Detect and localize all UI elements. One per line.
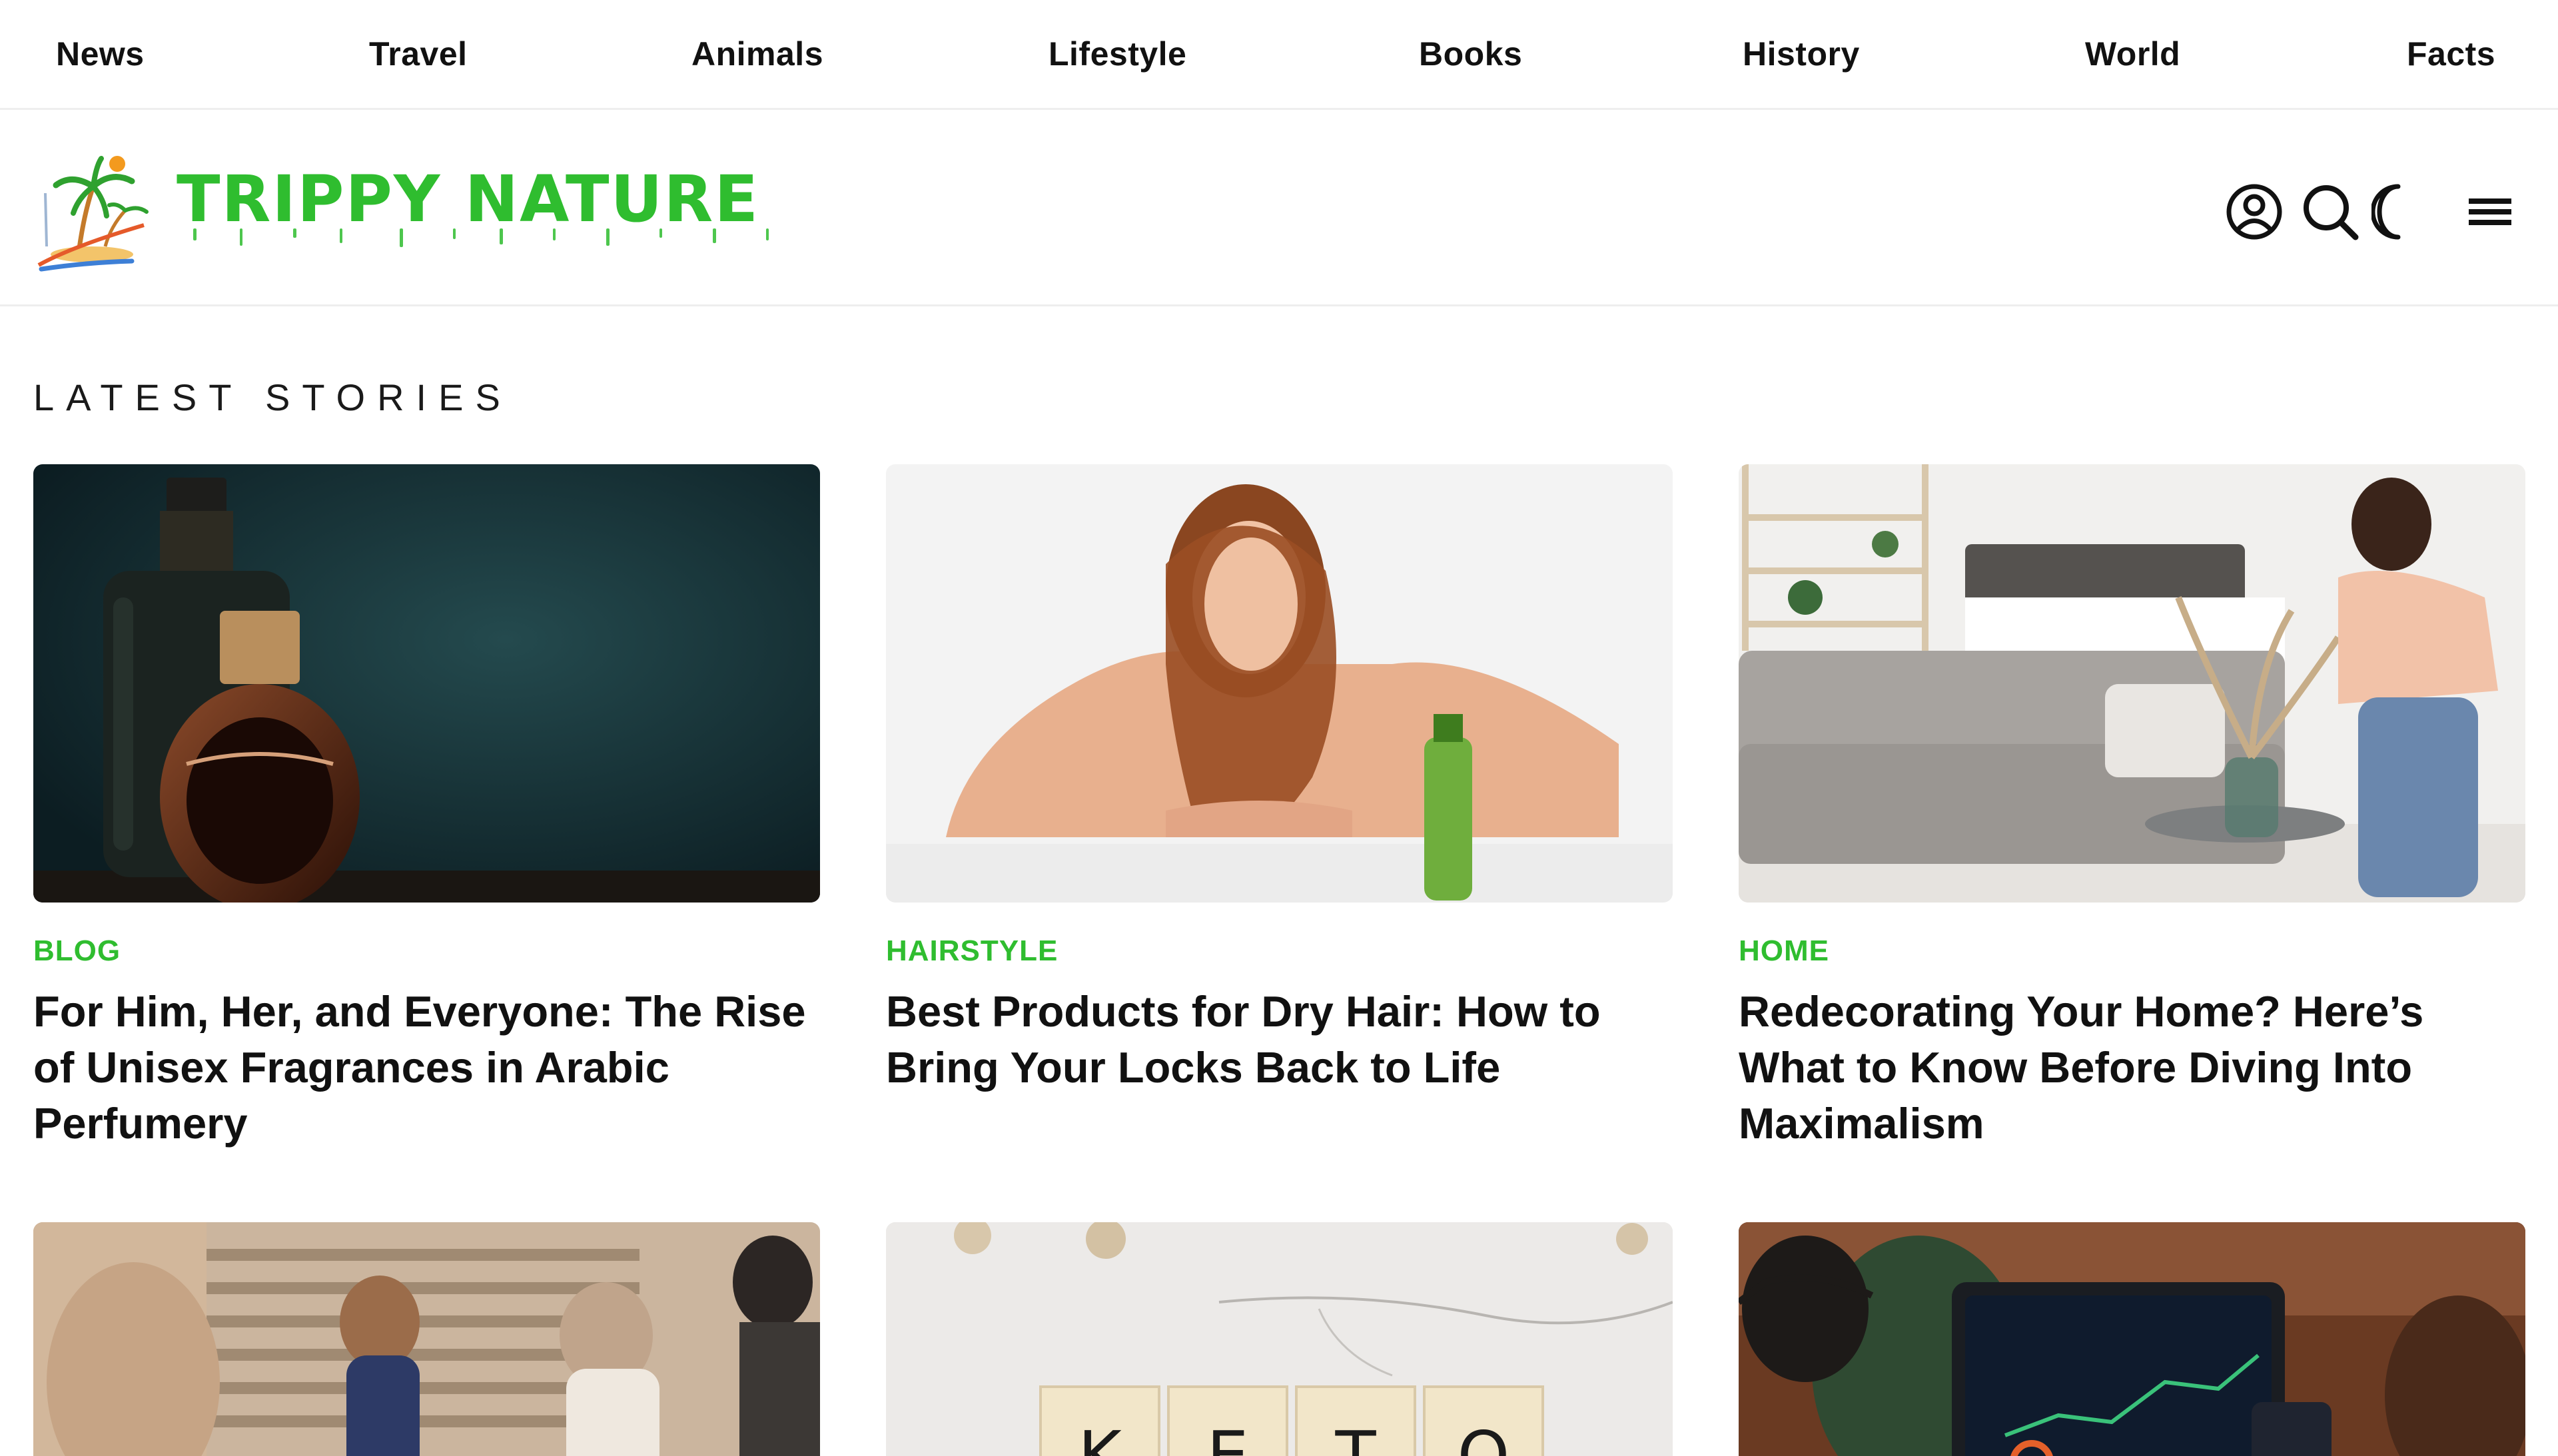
story-thumbnail-wedding[interactable]	[33, 1222, 820, 1456]
story-thumbnail-perfume[interactable]	[33, 464, 820, 903]
nav-item-facts[interactable]: Facts	[2407, 35, 2495, 73]
letter-tile: K	[1039, 1385, 1160, 1456]
letter-tile-text: K	[1078, 1417, 1122, 1456]
living-room-image	[1739, 464, 2525, 903]
story-title[interactable]: Redecorating Your Home? Here’s What to K…	[1739, 984, 2525, 1152]
story-card-3[interactable]: HOME Redecorating Your Home? Here’s What…	[1739, 464, 2525, 1152]
story-category[interactable]: HAIRSTYLE	[886, 934, 1673, 968]
story-card-4[interactable]	[33, 1222, 820, 1456]
nav-item-world[interactable]: World	[2085, 35, 2180, 73]
story-thumbnail-hair[interactable]	[886, 464, 1673, 903]
nav-item-lifestyle[interactable]: Lifestyle	[1049, 35, 1186, 73]
story-title[interactable]: Best Products for Dry Hair: How to Bring…	[886, 984, 1673, 1096]
site-title[interactable]: TRIPPY NATURE	[177, 162, 759, 236]
nav-item-travel[interactable]: Travel	[369, 35, 468, 73]
letter-tile-text: O	[1457, 1417, 1510, 1456]
letter-tile: E	[1167, 1385, 1288, 1456]
story-category[interactable]: HOME	[1739, 934, 2525, 968]
section-heading: LATEST STORIES	[33, 376, 512, 418]
brand-drip-decoration	[193, 228, 769, 247]
top-nav: News Travel Animals Lifestyle Books Hist…	[0, 0, 2558, 110]
moon-icon[interactable]	[2371, 179, 2438, 245]
nav-item-books[interactable]: Books	[1419, 35, 1522, 73]
story-card-1[interactable]: BLOG For Him, Her, and Everyone: The Ris…	[33, 464, 820, 1152]
search-icon[interactable]	[2297, 179, 2363, 245]
story-title[interactable]: For Him, Her, and Everyone: The Rise of …	[33, 984, 820, 1152]
story-thumbnail-tablet[interactable]	[1739, 1222, 2525, 1456]
woman-hair-image	[886, 464, 1673, 903]
menu-icon[interactable]	[2457, 179, 2523, 245]
story-card-2[interactable]: HAIRSTYLE Best Products for Dry Hair: Ho…	[886, 464, 1673, 1096]
nav-item-news[interactable]: News	[56, 35, 145, 73]
letter-tile-text: T	[1335, 1417, 1376, 1456]
site-header: TRIPPY NATURE	[0, 110, 2558, 306]
letter-tile-text: E	[1206, 1417, 1249, 1456]
story-thumbnail-home[interactable]	[1739, 464, 2525, 903]
story-category[interactable]: BLOG	[33, 934, 820, 968]
tablet-dashboard-image	[1739, 1222, 2525, 1456]
nav-item-history[interactable]: History	[1743, 35, 1860, 73]
letter-tile: T	[1295, 1385, 1416, 1456]
story-card-5[interactable]: K E T O	[886, 1222, 1673, 1456]
perfume-image	[33, 464, 820, 903]
wedding-image	[33, 1222, 820, 1456]
letter-tile: O	[1423, 1385, 1544, 1456]
nav-item-animals[interactable]: Animals	[691, 35, 823, 73]
story-thumbnail-keto[interactable]: K E T O	[886, 1222, 1673, 1456]
user-icon[interactable]	[2221, 179, 2288, 245]
palm-island-logo[interactable]	[32, 147, 152, 273]
keto-tiles: K E T O	[1039, 1385, 1544, 1456]
story-card-6[interactable]	[1739, 1222, 2525, 1456]
